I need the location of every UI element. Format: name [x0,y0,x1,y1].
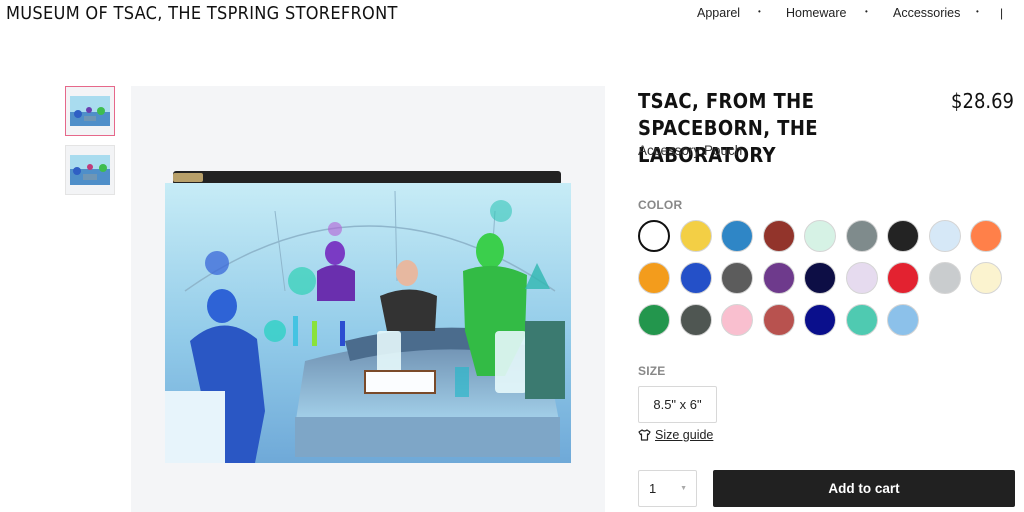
chevron-down-icon[interactable]: • [865,7,868,16]
color-swatch[interactable] [845,304,878,336]
color-swatch[interactable] [887,262,919,294]
color-swatch[interactable] [679,262,712,294]
product-type: Accessory Pouch [638,143,743,158]
size-option[interactable]: 8.5" x 6" [638,386,717,423]
chevron-down-icon: ▼ [680,485,687,492]
thumbnail-1[interactable] [65,86,115,136]
color-swatch[interactable] [721,304,753,336]
color-swatch[interactable] [638,262,670,294]
color-swatch[interactable] [638,220,670,252]
thumbnail-2[interactable] [65,145,115,195]
product-image[interactable] [165,171,571,463]
nav-item-apparel[interactable]: Apparel [697,6,740,20]
chevron-down-icon[interactable]: • [976,7,979,16]
size-guide-label[interactable]: Size guide [655,428,713,442]
quantity-value: 1 [649,481,657,496]
product-price: $28.69 [951,89,1014,113]
color-swatch[interactable] [762,304,795,336]
color-swatch[interactable] [679,304,712,336]
main-nav: Apparel • Homeware • Accessories • | [0,6,1024,22]
color-swatch[interactable] [804,262,836,294]
product-thumbnail-image [70,96,110,126]
product-image-panel [131,86,605,512]
color-swatch[interactable] [845,220,878,252]
color-swatch[interactable] [928,262,961,294]
color-swatch[interactable] [804,304,836,336]
color-swatch[interactable] [845,262,878,294]
nav-separator: | [1000,6,1004,20]
color-label: COLOR [638,198,683,212]
quantity-select[interactable]: 1 ▼ [638,470,697,507]
color-swatch[interactable] [762,220,795,252]
product-thumbnail-image [70,155,110,185]
color-swatch[interactable] [679,220,712,252]
color-swatch[interactable] [804,220,836,252]
nav-item-accessories[interactable]: Accessories [893,6,960,20]
add-to-cart-button[interactable]: Add to cart [713,470,1015,507]
size-label: SIZE [638,364,666,378]
color-swatch[interactable] [887,304,919,336]
color-swatch[interactable] [887,220,919,252]
color-swatch[interactable] [721,220,753,252]
tshirt-icon [638,429,651,441]
color-swatch[interactable] [928,220,961,252]
color-swatch[interactable] [638,304,670,336]
color-swatch[interactable] [762,262,795,294]
color-swatch[interactable] [721,262,753,294]
nav-item-homeware[interactable]: Homeware [786,6,846,20]
color-swatch[interactable] [970,220,1002,252]
size-guide-link[interactable]: Size guide [638,428,713,442]
color-swatch[interactable] [970,262,1002,294]
chevron-down-icon[interactable]: • [758,7,761,16]
